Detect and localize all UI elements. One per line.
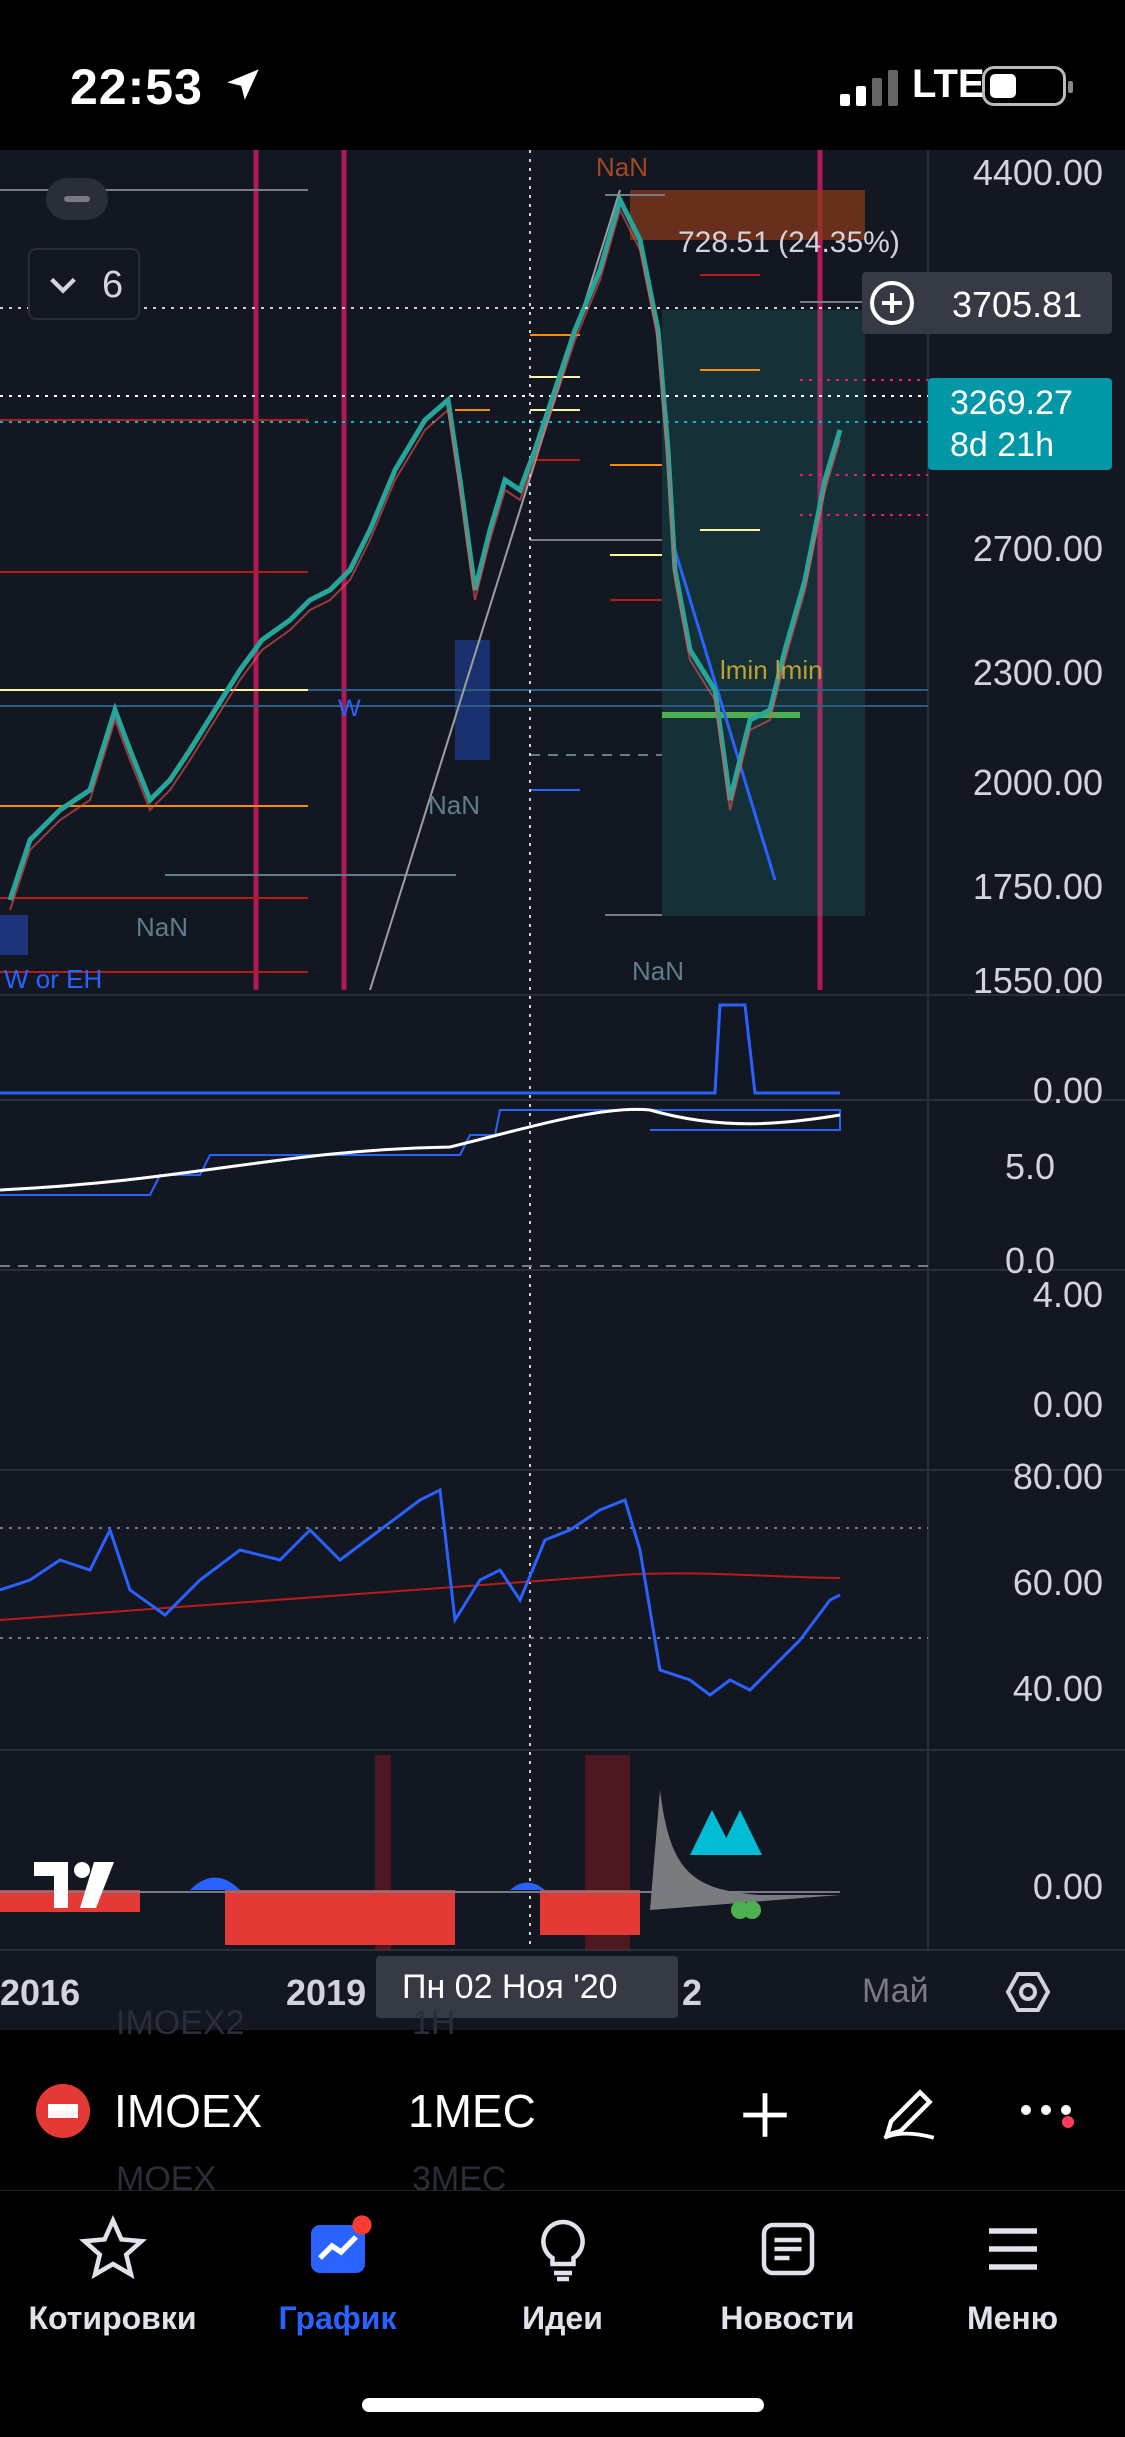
- star-icon: [78, 2214, 147, 2280]
- nav-label: Меню: [966, 2300, 1059, 2336]
- nav-news[interactable]: Новости: [675, 2213, 900, 2337]
- chart-icon: [310, 2215, 372, 2273]
- menu-icon: [988, 2228, 1037, 2270]
- nav-label: График: [278, 2300, 397, 2336]
- nav-menu[interactable]: Меню: [900, 2213, 1125, 2337]
- minimize-button[interactable]: [46, 178, 108, 220]
- price-tick: 2700.00: [972, 528, 1103, 569]
- price-tick: 5.0: [1004, 1146, 1055, 1187]
- nan-label: NaN: [136, 912, 189, 942]
- ghost-symbol: IMOEX2: [116, 2004, 245, 2042]
- time-tick: 2016: [0, 1972, 81, 2013]
- chart-area[interactable]: NaN 728.51 (24.35%) NaN NaN NaN W or EH …: [0, 150, 1125, 2030]
- symbol-name[interactable]: IMOEX: [114, 2084, 262, 2138]
- ghost-interval: 1H: [412, 2004, 456, 2042]
- crosshair-price-badge[interactable]: 3705.81: [862, 272, 1112, 334]
- flag-icon: [36, 2084, 90, 2138]
- lightbulb-icon: [540, 2219, 585, 2282]
- newspaper-icon: [761, 2222, 814, 2276]
- price-tick: 0.00: [1032, 1866, 1103, 1907]
- indicator-count: 6: [102, 264, 124, 306]
- eh-label: W or EH: [4, 964, 103, 994]
- price-tick: 0.00: [1032, 1384, 1103, 1425]
- price-tick: 60.00: [1012, 1562, 1103, 1603]
- time-tick: 2: [682, 1972, 703, 2013]
- time-tick: Май: [862, 1972, 929, 2010]
- price-tick: 1750.00: [972, 866, 1103, 907]
- last-price: 3269.27: [950, 384, 1073, 422]
- nav-quotes[interactable]: Котировки: [0, 2213, 225, 2337]
- pencil-icon[interactable]: [876, 2080, 942, 2146]
- home-indicator[interactable]: [362, 2398, 764, 2412]
- plus-icon[interactable]: [736, 2086, 794, 2144]
- signal-icon: [840, 70, 898, 106]
- more-icon[interactable]: [1018, 2096, 1078, 2136]
- nav-label: Идеи: [522, 2300, 603, 2336]
- status-bar: 22:53 LTE: [0, 0, 1125, 150]
- nav-ideas[interactable]: Идеи: [450, 2213, 675, 2337]
- bar-countdown: 8d 21h: [950, 426, 1054, 464]
- nan-label: NaN: [596, 152, 649, 182]
- nan-label: NaN: [632, 956, 685, 986]
- price-tick: 2000.00: [972, 762, 1103, 803]
- price-tick: 4400.00: [972, 152, 1103, 193]
- nav-label: Котировки: [28, 2300, 197, 2336]
- network-type: LTE: [912, 62, 985, 106]
- measure-label: 728.51 (24.35%): [678, 226, 900, 259]
- tradingview-logo: [34, 1862, 114, 1908]
- price-tick: 0.00: [1032, 1070, 1103, 1111]
- lmin-label: lmin lmin: [720, 655, 823, 685]
- price-tick: 40.00: [1012, 1668, 1103, 1709]
- status-time: 22:53: [70, 59, 203, 115]
- time-tick: 2019: [286, 1972, 367, 2013]
- location-icon: [227, 69, 259, 100]
- interval-selector[interactable]: 1МЕС: [408, 2084, 536, 2138]
- price-tick: 80.00: [1012, 1456, 1103, 1497]
- symbol-toolbar: IMOEX2 1H MOEX 3МЕС IMOEX 1МЕС: [0, 2004, 1125, 2198]
- settings-icon[interactable]: [1004, 1968, 1052, 2016]
- crosshair-price: 3705.81: [952, 284, 1083, 325]
- nav-chart[interactable]: График: [225, 2213, 450, 2337]
- chevron-down-icon: [50, 277, 76, 294]
- price-tick: 1550.00: [972, 960, 1103, 1001]
- w-label: W: [338, 695, 361, 722]
- price-tick: 4.00: [1032, 1274, 1103, 1315]
- indicators-toggle[interactable]: 6: [28, 248, 140, 320]
- nan-label: NaN: [428, 790, 481, 820]
- plus-circle-icon[interactable]: [868, 279, 916, 327]
- battery-icon: [982, 66, 1073, 106]
- price-tick: 2300.00: [972, 652, 1103, 693]
- nav-label: Новости: [720, 2300, 855, 2336]
- last-price-badge: 3269.27 8d 21h: [928, 378, 1112, 470]
